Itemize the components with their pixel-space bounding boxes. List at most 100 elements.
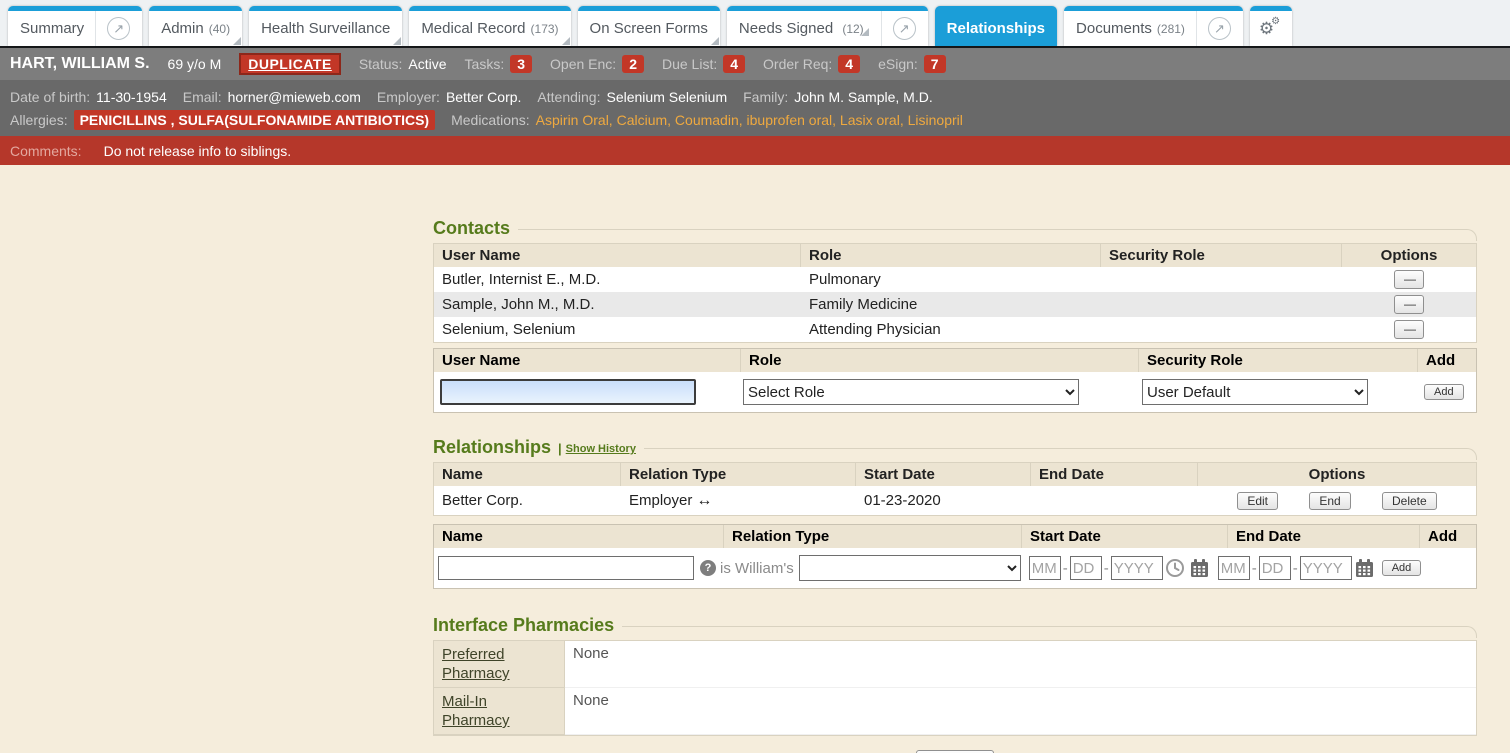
relationship-name-input[interactable] bbox=[438, 556, 694, 580]
comments-value: Do not release info to siblings. bbox=[104, 143, 292, 159]
tab-relationships[interactable]: Relationships bbox=[935, 6, 1057, 46]
contact-user-name: Sample, John M., M.D. bbox=[434, 294, 801, 315]
preferred-pharmacy-value: None bbox=[565, 641, 1476, 688]
end-month-input[interactable] bbox=[1218, 556, 1250, 580]
tab-health-surveillance-label: Health Surveillance bbox=[261, 20, 390, 37]
delete-relationship-button[interactable]: Delete bbox=[1382, 492, 1437, 510]
employer-value: Better Corp. bbox=[446, 89, 521, 105]
add-contact-col-user-name: User Name bbox=[434, 349, 741, 372]
tab-admin-label: Admin bbox=[161, 20, 204, 37]
add-rel-col-end-date: End Date bbox=[1228, 525, 1420, 548]
attending-label: Attending: bbox=[537, 89, 600, 105]
add-rel-col-relation-type: Relation Type bbox=[724, 525, 1022, 548]
add-contact-col-role: Role bbox=[741, 349, 1139, 372]
medications-list[interactable]: Aspirin Oral, Calcium, Coumadin, ibuprof… bbox=[536, 112, 963, 128]
table-row: Better Corp. Employer↔ 01-23-2020 Edit E… bbox=[434, 486, 1476, 515]
attending-value: Selenium Selenium bbox=[606, 89, 727, 105]
add-relationship-controls: ? is William's - - - - Add bbox=[434, 548, 1476, 588]
end-day-input[interactable] bbox=[1259, 556, 1291, 580]
relationship-name: Better Corp. bbox=[434, 490, 621, 511]
table-row: Preferred Pharmacy None bbox=[434, 641, 1476, 688]
family-label: Family: bbox=[743, 89, 788, 105]
start-day-input[interactable] bbox=[1070, 556, 1102, 580]
tab-settings[interactable]: ⚙ ⚙ bbox=[1250, 6, 1292, 46]
order-req-count-badge[interactable]: 4 bbox=[838, 55, 860, 73]
tasks-count-badge[interactable]: 3 bbox=[510, 55, 532, 73]
contact-role-select[interactable]: Select Role bbox=[743, 379, 1079, 405]
calendar-icon[interactable] bbox=[1187, 558, 1212, 579]
tab-summary-popout[interactable]: ↗ bbox=[95, 11, 130, 46]
contacts-col-role: Role bbox=[801, 244, 1101, 267]
relationship-type: Employer↔ bbox=[621, 490, 856, 512]
edit-relationship-button[interactable]: Edit bbox=[1237, 492, 1278, 510]
email-label: Email: bbox=[183, 89, 222, 105]
popout-icon: ↗ bbox=[1208, 17, 1231, 40]
calendar-icon[interactable] bbox=[1352, 558, 1377, 579]
remove-contact-button[interactable]: — bbox=[1394, 295, 1424, 314]
show-history-link[interactable]: Show History bbox=[566, 443, 636, 455]
add-relationship-box: Name Relation Type Start Date End Date A… bbox=[433, 524, 1477, 589]
tab-documents[interactable]: Documents (281) ↗ bbox=[1064, 6, 1243, 46]
allergies-medications-line: Allergies: PENICILLINS , SULFA(SULFONAMI… bbox=[10, 108, 1500, 131]
allergies-badge[interactable]: PENICILLINS , SULFA(SULFONAMIDE ANTIBIOT… bbox=[74, 110, 435, 130]
comments-label: Comments: bbox=[10, 143, 82, 159]
tab-medical-record-label: Medical Record bbox=[421, 20, 525, 37]
help-icon[interactable]: ? bbox=[700, 560, 716, 576]
tab-summary[interactable]: Summary ↗ bbox=[8, 6, 142, 46]
rel-col-name: Name bbox=[434, 463, 621, 486]
relationships-legend-row: Relationships | Show History bbox=[433, 437, 1477, 457]
add-contact-col-add: Add bbox=[1418, 349, 1476, 372]
patient-age-sex: 69 y/o M bbox=[168, 56, 222, 72]
preferred-pharmacy-link[interactable]: Preferred Pharmacy bbox=[442, 646, 510, 682]
gear-small-icon: ⚙ bbox=[1271, 16, 1280, 27]
employer-label: Employer: bbox=[377, 89, 440, 105]
remove-contact-button[interactable]: — bbox=[1394, 270, 1424, 289]
open-enc-count-badge[interactable]: 2 bbox=[622, 55, 644, 73]
pharmacies-table: Preferred Pharmacy None Mail-In Pharmacy… bbox=[433, 640, 1477, 736]
tab-on-screen-forms[interactable]: On Screen Forms bbox=[578, 6, 720, 46]
order-req-label: Order Req: bbox=[763, 56, 832, 72]
tab-medical-record[interactable]: Medical Record (173) bbox=[409, 6, 570, 46]
end-year-input[interactable] bbox=[1300, 556, 1352, 580]
end-relationship-button[interactable]: End bbox=[1309, 492, 1350, 510]
possessive-text: is William's bbox=[720, 560, 794, 577]
relationship-start-date: 01-23-2020 bbox=[856, 490, 1031, 511]
legend-separator: | bbox=[558, 441, 562, 456]
popout-icon: ↗ bbox=[107, 17, 130, 40]
esign-pair: eSign: 7 bbox=[878, 55, 946, 73]
esign-count-badge[interactable]: 7 bbox=[924, 55, 946, 73]
email-value: horner@mieweb.com bbox=[228, 89, 361, 105]
bidirectional-arrow-icon: ↔ bbox=[696, 492, 712, 509]
contacts-col-options: Options bbox=[1342, 244, 1476, 267]
order-req-pair: Order Req: 4 bbox=[763, 55, 860, 73]
start-year-input[interactable] bbox=[1111, 556, 1163, 580]
tab-health-surveillance[interactable]: Health Surveillance bbox=[249, 6, 402, 46]
start-month-input[interactable] bbox=[1029, 556, 1061, 580]
add-contact-button[interactable]: Add bbox=[1424, 384, 1464, 400]
tab-needs-signed[interactable]: Needs Signed (12) ↗ bbox=[727, 6, 928, 46]
remove-contact-button[interactable]: — bbox=[1394, 320, 1424, 339]
tab-relationships-label: Relationships bbox=[947, 20, 1045, 37]
clock-icon[interactable] bbox=[1163, 558, 1187, 578]
due-list-count-badge[interactable]: 4 bbox=[723, 55, 745, 73]
relation-type-select[interactable] bbox=[799, 555, 1021, 581]
pharmacies-legend-row: Interface Pharmacies bbox=[433, 615, 1477, 635]
tab-needs-signed-popout[interactable]: ↗ bbox=[881, 11, 916, 46]
contact-user-name-input[interactable] bbox=[440, 379, 696, 405]
duplicate-flag[interactable]: DUPLICATE bbox=[239, 53, 341, 75]
status-value: Active bbox=[408, 56, 446, 72]
contact-security-role-select[interactable]: User Default bbox=[1142, 379, 1368, 405]
contacts-col-user-name: User Name bbox=[434, 244, 801, 267]
add-relationship-button[interactable]: Add bbox=[1382, 560, 1422, 576]
tab-admin[interactable]: Admin (40) bbox=[149, 6, 242, 46]
add-contact-controls: Select Role User Default Add bbox=[434, 372, 1476, 412]
contact-role: Pulmonary bbox=[801, 269, 1101, 290]
mail-in-pharmacy-link[interactable]: Mail-In Pharmacy bbox=[442, 693, 510, 729]
allergies-label: Allergies: bbox=[10, 112, 68, 128]
tab-documents-popout[interactable]: ↗ bbox=[1196, 11, 1231, 46]
tab-documents-count: (281) bbox=[1157, 22, 1185, 36]
contacts-table-header: User Name Role Security Role Options bbox=[434, 244, 1476, 267]
pharmacies-title: Interface Pharmacies bbox=[433, 615, 614, 635]
open-enc-pair: Open Enc: 2 bbox=[550, 55, 644, 73]
legend-line bbox=[518, 229, 1477, 241]
